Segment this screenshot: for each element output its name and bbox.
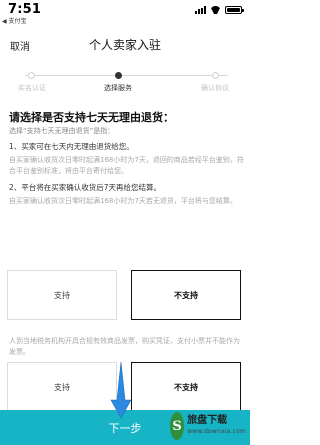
- return-option-row: 支持 不支持: [7, 270, 243, 320]
- step-dot-1: [28, 72, 35, 79]
- item-desc-1: 自买家确认收货次日零时起满168小时为7天，退回的商品若经平台鉴别，符合平台鉴别…: [9, 156, 244, 175]
- status-time: 7:51: [8, 2, 42, 17]
- back-to-app-link[interactable]: ◀ 支付宝: [2, 16, 27, 25]
- battery-icon: [225, 6, 244, 14]
- wifi-icon: [210, 6, 221, 14]
- step-dot-2: [115, 72, 122, 79]
- invoice-notice: 人到当地税务机构开具合规有效商品发票，购买凭证、支付小票并不能作为发票。: [9, 337, 240, 356]
- question-heading: 请选择是否支持七天无理由退货：: [9, 111, 174, 124]
- invoice-support-option[interactable]: 支持: [7, 362, 117, 412]
- item-title-2: 2、平台将在买家确认收货后7天再给您结算。: [9, 183, 162, 192]
- nav-bar: 取消 个人卖家入驻: [0, 30, 250, 60]
- step-line: [25, 75, 228, 76]
- step-label-agreement: 确认协议: [201, 84, 229, 92]
- watermark-logo: S 旅盘下载 www.downxia.com: [170, 411, 246, 441]
- pointer-arrow-icon: [110, 361, 132, 419]
- watermark-logo-icon: S: [170, 412, 185, 440]
- watermark-name: 旅盘下载: [187, 415, 228, 426]
- status-bar: 7:51 ◀ 支付宝: [0, 0, 250, 25]
- step-label-service: 选择服务: [104, 84, 132, 92]
- page-title: 个人卖家入驻: [88, 38, 161, 52]
- return-not-support-option[interactable]: 不支持: [131, 270, 241, 320]
- question-subtitle: 选择“支持七天无理由退货”是指：: [9, 127, 115, 135]
- step-indicator: 实名认证 选择服务 确认协议: [0, 68, 250, 96]
- signal-icon: [195, 6, 206, 14]
- return-policy-section: 请选择是否支持七天无理由退货： 选择“支持七天无理由退货”是指： 1、买家可在七…: [9, 110, 245, 207]
- step-label-verify: 实名认证: [18, 84, 46, 92]
- item-desc-2: 自买家确认收货次日零时起满168小时为7天若无退货，平台将与您结算。: [9, 197, 237, 205]
- item-title-1: 1、买家可在七天内无理由退货给您。: [9, 142, 134, 151]
- return-support-option[interactable]: 支持: [7, 270, 117, 320]
- invoice-not-support-option[interactable]: 不支持: [131, 362, 241, 412]
- watermark-url: www.downxia.com: [187, 428, 246, 435]
- status-indicators: [195, 6, 244, 14]
- watermark-text: 旅盘下载 www.downxia.com: [187, 415, 246, 437]
- step-dot-3: [212, 72, 219, 79]
